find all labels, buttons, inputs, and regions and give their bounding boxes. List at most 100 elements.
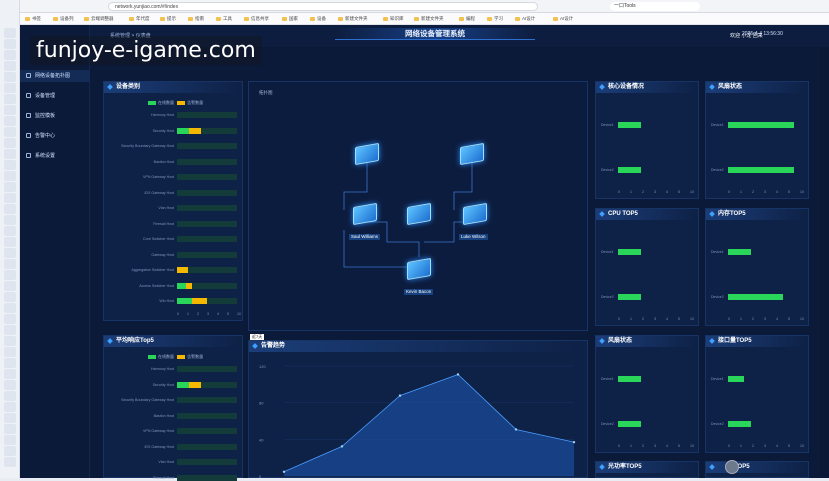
axis-tick: 10 (800, 317, 804, 321)
bookmark-item[interactable]: 信息共享 (244, 15, 269, 23)
alarm-bar (186, 282, 192, 289)
rail-icon[interactable] (4, 457, 16, 467)
rail-icon[interactable] (4, 237, 16, 247)
sidebar-item-topology[interactable]: 网络设备拓扑图 (20, 70, 90, 82)
axis-tick: 1 (740, 444, 742, 448)
bookmark-item[interactable]: 知识库 (383, 15, 404, 23)
watermark: funjoy-e-igame.com (30, 36, 262, 65)
rail-icon[interactable] (4, 160, 16, 170)
row-label: Security Boundary Gateway Host (121, 144, 174, 148)
row-label: Harmony Host (151, 367, 174, 371)
rail-icon[interactable] (4, 358, 16, 368)
panel-title: 光功率TOP5 (596, 462, 698, 473)
legend-swatch (148, 100, 156, 105)
rail-icon[interactable] (4, 281, 16, 291)
y-tick-label: 80 (259, 401, 264, 406)
bell-icon (26, 133, 31, 139)
bookmark-item[interactable]: 设备列 (53, 15, 74, 23)
alarm-bar (177, 267, 188, 273)
node-label: Luke Wilson (459, 234, 488, 240)
avatar[interactable] (725, 460, 739, 474)
rail-icon[interactable] (4, 402, 16, 412)
data-point[interactable] (514, 428, 518, 431)
bookmark-item[interactable]: 书签 (25, 15, 41, 23)
rail-icon[interactable] (4, 116, 16, 126)
rail-icon[interactable] (4, 391, 16, 401)
bookmark-item[interactable]: 年代度 (129, 15, 150, 23)
rail-icon[interactable] (4, 347, 16, 357)
address-bar[interactable]: network.yunjiao.com/#/index (108, 2, 538, 11)
monitor-icon (26, 113, 31, 119)
rail-icon[interactable] (4, 226, 16, 236)
rail-icon[interactable] (4, 39, 16, 49)
bookmark-item[interactable]: 指南 (188, 15, 204, 23)
bookmark-item[interactable]: 编程 (459, 15, 475, 23)
bookmark-item[interactable]: 新建文件夹 (414, 15, 444, 23)
bookmark-item[interactable]: AI设计 (553, 15, 573, 23)
rail-icon[interactable] (4, 336, 16, 346)
rail-icon[interactable] (4, 369, 16, 379)
data-point[interactable] (572, 440, 576, 444)
page-title: 网络设备管理系统 (335, 28, 535, 40)
bookmark-item[interactable]: 提示 (160, 15, 176, 23)
bookmark-item[interactable]: 设备 (310, 15, 326, 23)
rail-icon[interactable] (4, 193, 16, 203)
rail-icon[interactable] (4, 270, 16, 280)
axis-tick: 2 (752, 444, 754, 448)
rail-icon[interactable] (4, 303, 16, 313)
legend-label: 告警数量 (187, 100, 204, 105)
bookmark-item[interactable]: 云端调整器 (84, 15, 114, 23)
bar-track (177, 174, 237, 180)
sidebar-item-alarm[interactable]: 告警中心 (26, 130, 55, 142)
data-point[interactable] (340, 445, 344, 448)
rail-icon[interactable] (4, 28, 16, 38)
rail-icon[interactable] (4, 325, 16, 335)
bookmark-item[interactable]: 工具 (216, 15, 232, 23)
rail-icon[interactable] (4, 50, 16, 60)
rail-icon[interactable] (4, 94, 16, 104)
bookmarks-bar: 书签 设备列 云端调整器 年代度 提示 指南 工具 信息共享 国家 设备 新建文件夹 知识库 新建文件夹… (0, 13, 829, 25)
bookmark-item[interactable]: 学习 (487, 15, 503, 23)
bookmark-item[interactable]: 新建文件夹 (338, 15, 368, 23)
rail-icon[interactable] (4, 105, 16, 115)
sidebar-item-devices[interactable]: 设备管理 (26, 90, 55, 102)
sidebar-item-label: 系统设置 (35, 153, 56, 159)
alarm-bar (189, 381, 201, 388)
bookmark-item[interactable]: 国家 (282, 15, 298, 23)
rail-icon[interactable] (4, 182, 16, 192)
rail-icon[interactable] (4, 72, 16, 82)
row-label: Security Boundary Gateway Host (121, 398, 174, 402)
rail-icon[interactable] (4, 413, 16, 423)
rail-icon[interactable] (4, 171, 16, 181)
row-label: Device1 (711, 377, 724, 381)
row-label: VPN Gateway Host (143, 429, 174, 433)
alarm-trend-panel: 告警趋势 近7天 120 80 40 0 (248, 334, 588, 479)
rail-icon[interactable] (4, 292, 16, 302)
sidebar-item-monitor[interactable]: 监控模板 (26, 110, 55, 122)
browser-tab[interactable]: 一口Tools (610, 2, 700, 11)
rail-icon[interactable] (4, 259, 16, 269)
sidebar-item-label: 设备管理 (35, 93, 56, 99)
rail-icon[interactable] (4, 435, 16, 445)
data-point[interactable] (398, 394, 402, 397)
chart-tab[interactable]: 近7天 (250, 334, 265, 340)
rail-icon[interactable] (4, 127, 16, 137)
rail-icon[interactable] (4, 149, 16, 159)
bookmark-item[interactable]: AI设计 (515, 15, 535, 23)
rail-icon[interactable] (4, 248, 16, 258)
sidebar-item-settings[interactable]: 系统设置 (26, 150, 55, 162)
rail-icon[interactable] (4, 380, 16, 390)
data-point[interactable] (282, 470, 286, 473)
rail-icon[interactable] (4, 138, 16, 148)
rail-icon[interactable] (4, 424, 16, 434)
rail-icon[interactable] (4, 215, 16, 225)
data-point[interactable] (456, 373, 460, 376)
rail-icon[interactable] (4, 314, 16, 324)
bar-track (177, 267, 237, 273)
row-label: Gateway Host (151, 252, 174, 257)
rail-icon[interactable] (4, 446, 16, 456)
axis-tick: 0 (618, 190, 620, 194)
rail-icon[interactable] (4, 61, 16, 71)
rail-icon[interactable] (4, 83, 16, 93)
rail-icon[interactable] (4, 204, 16, 214)
